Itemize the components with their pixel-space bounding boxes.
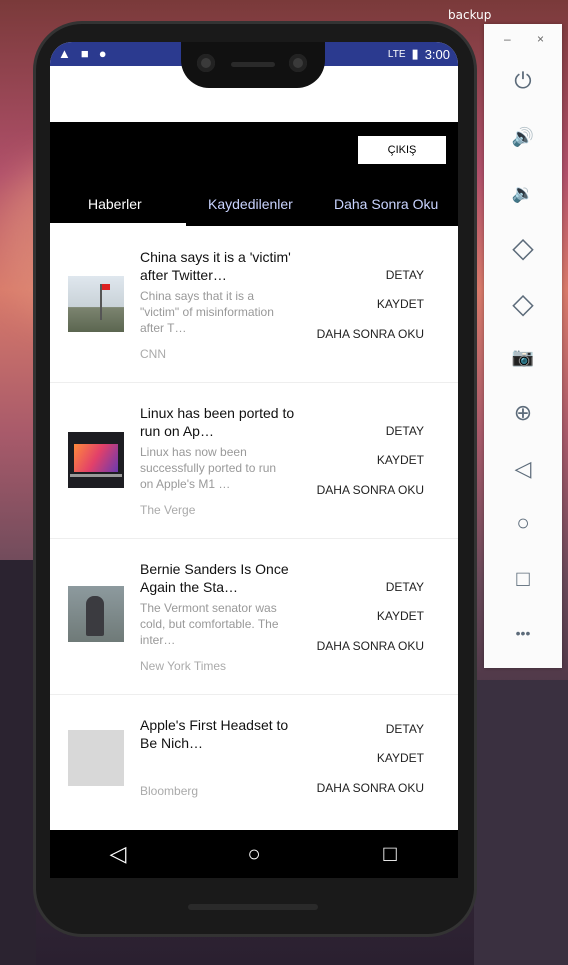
tab-read-later[interactable]: Daha Sonra Oku xyxy=(334,182,438,226)
news-source: Bloomberg xyxy=(140,784,199,798)
read-later-button[interactable]: DAHA SONRA OKU xyxy=(317,781,424,795)
back-icon[interactable]: ◁ xyxy=(506,452,540,486)
news-list: China says it is a 'victim' after Twitte… xyxy=(50,226,458,831)
save-button[interactable]: KAYDET xyxy=(377,751,424,765)
warning-icon: ▲ xyxy=(58,46,71,61)
background-building xyxy=(474,680,568,965)
clock: 3:00 xyxy=(424,46,450,62)
sd-card-icon: ■ xyxy=(80,46,89,61)
phone-notch xyxy=(181,42,325,88)
logout-button[interactable]: ÇIKIŞ xyxy=(358,136,446,164)
android-icon: ● xyxy=(98,46,107,61)
news-thumbnail xyxy=(68,276,124,332)
minimize-button[interactable]: – xyxy=(504,32,511,46)
nav-recents-icon[interactable]: □ xyxy=(370,834,410,874)
news-source: The Verge xyxy=(140,503,196,517)
android-nav-bar: ◁ ○ □ xyxy=(50,830,458,878)
home-icon[interactable]: ○ xyxy=(506,506,540,540)
news-title: Linux has been ported to run on Ap… xyxy=(140,405,295,439)
news-card[interactable]: Linux has been ported to run on Ap… Linu… xyxy=(50,382,458,539)
read-later-button[interactable]: DAHA SONRA OKU xyxy=(317,483,424,497)
camera-icon[interactable]: 📷 xyxy=(506,340,540,374)
power-icon[interactable]: ⏻ xyxy=(506,64,540,98)
news-thumbnail xyxy=(68,432,124,488)
nav-home-icon[interactable]: ○ xyxy=(234,834,274,874)
tab-news[interactable]: Haberler xyxy=(88,182,142,226)
front-camera-icon xyxy=(197,54,215,72)
detail-button[interactable]: DETAY xyxy=(386,424,424,438)
news-title: Apple's First Headset to Be Nich… xyxy=(140,717,289,751)
news-thumbnail xyxy=(68,730,124,786)
battery-icon: ▮ xyxy=(411,46,419,61)
phone-screen: ▲ ■ ● LTE ▮ 3:00 ÇIKIŞ Haberler Kaydedil… xyxy=(50,42,458,878)
news-card[interactable]: Bernie Sanders Is Once Again the Sta… Th… xyxy=(50,538,458,695)
save-button[interactable]: KAYDET xyxy=(377,297,424,311)
news-description: The Vermont senator was cold, but comfor… xyxy=(140,601,279,647)
save-button[interactable]: KAYDET xyxy=(377,609,424,623)
save-button[interactable]: KAYDET xyxy=(377,453,424,467)
background-building xyxy=(0,560,36,965)
signal-icon: LTE xyxy=(387,48,406,60)
news-source: CNN xyxy=(140,347,166,361)
more-icon[interactable]: ••• xyxy=(506,616,540,650)
rotate-left-icon[interactable]: ◇ xyxy=(506,230,540,264)
rotate-right-icon[interactable]: ◇ xyxy=(506,286,540,320)
tab-saved[interactable]: Kaydedilenler xyxy=(208,182,293,226)
tab-bar: Haberler Kaydedilenler Daha Sonra Oku xyxy=(50,182,458,226)
zoom-icon[interactable]: ⊕ xyxy=(506,396,540,430)
speaker-grille xyxy=(231,62,275,67)
app-toolbar: ÇIKIŞ Haberler Kaydedilenler Daha Sonra … xyxy=(50,122,458,226)
news-card[interactable]: China says it is a 'victim' after Twitte… xyxy=(50,226,458,383)
nav-back-icon[interactable]: ◁ xyxy=(98,834,138,874)
emulator-toolbar: – × ⏻ 🔊 🔉 ◇ ◇ 📷 ⊕ ◁ ○ □ ••• xyxy=(484,24,562,668)
read-later-button[interactable]: DAHA SONRA OKU xyxy=(317,639,424,653)
detail-button[interactable]: DETAY xyxy=(386,580,424,594)
news-title: Bernie Sanders Is Once Again the Sta… xyxy=(140,561,289,595)
news-thumbnail xyxy=(68,586,124,642)
volume-up-icon[interactable]: 🔊 xyxy=(506,120,540,154)
read-later-button[interactable]: DAHA SONRA OKU xyxy=(317,327,424,341)
news-title: China says it is a 'victim' after Twitte… xyxy=(140,249,291,283)
front-camera-icon xyxy=(289,54,307,72)
news-description: Linux has now been successfully ported t… xyxy=(140,445,277,491)
detail-button[interactable]: DETAY xyxy=(386,268,424,282)
volume-down-icon[interactable]: 🔉 xyxy=(506,176,540,210)
news-description: China says that it is a "victim" of misi… xyxy=(140,289,274,335)
home-indicator xyxy=(188,904,318,910)
detail-button[interactable]: DETAY xyxy=(386,722,424,736)
window-title: backup xyxy=(448,8,492,22)
news-source: New York Times xyxy=(140,659,227,673)
close-button[interactable]: × xyxy=(537,32,544,46)
overview-icon[interactable]: □ xyxy=(506,562,540,596)
news-card[interactable]: Apple's First Headset to Be Nich… Bloomb… xyxy=(50,694,458,831)
